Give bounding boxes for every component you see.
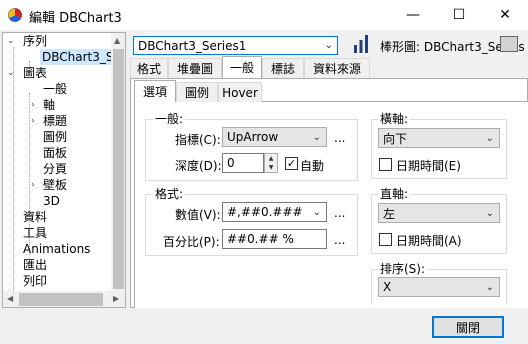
subtab-hover[interactable]: Hover	[218, 82, 262, 102]
tab-label: 標誌	[270, 62, 295, 76]
vertical-axis-title: 直軸:	[378, 187, 411, 201]
tab-marks[interactable]: 標誌	[262, 58, 304, 78]
tree-item-axis[interactable]: 軸	[43, 97, 55, 113]
tree-item-tools[interactable]: 工具	[23, 225, 47, 241]
tree-item-series[interactable]: 序列	[23, 33, 47, 49]
percent-format-more-button[interactable]: ...	[334, 233, 345, 247]
tab-general[interactable]: 一般	[222, 56, 262, 78]
tree-item-walls[interactable]: 壁板	[43, 177, 67, 193]
horizontal-datetime-label: 日期時間(E)	[396, 159, 461, 173]
tab-label: 一般	[229, 61, 254, 75]
tree-expander-icon[interactable]: ›	[31, 113, 35, 129]
value-format-more-button[interactable]: ...	[334, 206, 345, 220]
tab-label: 格式	[136, 62, 161, 76]
format-group-title: 格式:	[153, 187, 186, 201]
sort-title: 排序(S):	[378, 262, 428, 276]
horizontal-axis-value: 向下	[383, 131, 408, 146]
cursor-select-value: UpArrow	[227, 130, 279, 144]
horizontal-datetime-checkbox[interactable]	[379, 158, 392, 171]
vertical-axis-select[interactable]: 左 ⌄	[378, 203, 500, 223]
general-group-title: 一般:	[153, 112, 186, 126]
tree-expander-icon[interactable]: ›	[31, 97, 35, 113]
value-format-label: 數值(V):	[175, 208, 221, 222]
scroll-left-icon[interactable]: ◀	[7, 294, 13, 303]
title-bar: 編輯 DBChart3 — ☐ ✕	[0, 0, 528, 30]
tree-expander-icon[interactable]: ›	[31, 177, 35, 193]
scroll-right-icon[interactable]: ▶	[113, 294, 119, 303]
app-icon	[8, 8, 22, 22]
vertical-axis-value: 左	[383, 206, 396, 221]
tab-label: 堆疊圖	[176, 62, 213, 76]
percent-format-input[interactable]: ##0.## %	[222, 229, 327, 249]
tree-horizontal-scroll-thumb[interactable]	[19, 293, 103, 306]
value-format-value: #,##0.###	[227, 205, 303, 219]
cursor-more-button[interactable]: ...	[334, 131, 345, 145]
horizontal-axis-select[interactable]: 向下 ⌄	[378, 128, 500, 148]
tab-label: Hover	[222, 85, 258, 100]
sort-value: X	[383, 280, 392, 294]
settings-tree[interactable]: ⌄ 序列 DBChart3_Se ⌄ 圖表 一般 › 軸 › 標題 圖例 面板 …	[2, 32, 126, 308]
chevron-down-icon: ⌄	[485, 281, 494, 293]
tree-item-3d[interactable]: 3D	[43, 193, 60, 209]
chevron-down-icon: ⌄	[312, 131, 321, 143]
horizontal-axis-title: 橫軸:	[378, 112, 411, 126]
tree-item-chart[interactable]: 圖表	[23, 65, 47, 81]
tree-guide-line	[13, 47, 14, 307]
series-select-value: DBChart3_Series1	[138, 38, 247, 53]
tab-format[interactable]: 格式	[130, 58, 168, 78]
sort-select[interactable]: X ⌄	[378, 277, 500, 297]
tree-item-paging[interactable]: 分頁	[43, 161, 67, 177]
subtab-legend[interactable]: 圖例	[176, 82, 218, 102]
bar-chart-icon	[354, 35, 368, 53]
window-title: 編輯 DBChart3	[29, 11, 122, 26]
percent-format-label: 百分比(P):	[163, 235, 220, 249]
auto-depth-checkbox[interactable]: ✓	[285, 157, 298, 170]
depth-input[interactable]: 0	[222, 153, 264, 173]
vertical-datetime-checkbox[interactable]	[379, 233, 392, 246]
minimize-icon: —	[406, 7, 420, 23]
tree-item-data[interactable]: 資料	[23, 209, 47, 225]
value-format-combo[interactable]: #,##0.### ⌄	[222, 202, 327, 222]
series-select[interactable]: DBChart3_Series1 ⌄	[133, 36, 338, 55]
tab-label: 圖例	[184, 86, 209, 100]
tree-expander-icon[interactable]: ⌄	[7, 65, 15, 81]
maximize-icon: ☐	[452, 7, 466, 23]
tree-vertical-scroll-thumb[interactable]	[113, 49, 124, 289]
series-color-button[interactable]	[500, 36, 518, 52]
tab-label: 資料來源	[312, 62, 361, 76]
tree-item-animations[interactable]: Animations	[23, 241, 90, 257]
tab-stack[interactable]: 堆疊圖	[168, 58, 222, 78]
tab-label: 選項	[142, 85, 167, 99]
spin-down-icon[interactable]: ▼	[265, 163, 277, 172]
tab-data-source[interactable]: 資料來源	[304, 58, 370, 78]
scroll-up-icon[interactable]: ▲	[114, 36, 120, 45]
chevron-down-icon: ⌄	[312, 206, 321, 218]
depth-label: 深度(D):	[175, 159, 222, 173]
tree-item-panel[interactable]: 面板	[43, 145, 67, 161]
depth-spinner[interactable]: ▲ ▼	[264, 153, 278, 173]
chevron-down-icon: ⌄	[485, 207, 494, 219]
chevron-down-icon: ⌄	[324, 40, 333, 51]
vertical-datetime-label: 日期時間(A)	[396, 234, 462, 248]
cursor-select[interactable]: UpArrow ⌄	[222, 127, 327, 147]
spin-up-icon[interactable]: ▲	[265, 154, 277, 163]
cursor-label: 指標(C):	[175, 133, 221, 147]
maximize-button[interactable]: ☐	[436, 0, 482, 30]
tree-item-titles[interactable]: 標題	[43, 113, 67, 129]
close-button[interactable]: 關閉	[432, 316, 504, 338]
auto-depth-label: 自動	[300, 159, 325, 173]
close-icon: ✕	[499, 7, 511, 23]
close-window-button[interactable]: ✕	[482, 0, 528, 30]
chevron-down-icon: ⌄	[485, 132, 494, 144]
close-button-label: 關閉	[455, 320, 480, 335]
tree-expander-icon[interactable]: ⌄	[7, 33, 15, 49]
tree-item-export[interactable]: 匯出	[23, 257, 47, 273]
tree-item-legend[interactable]: 圖例	[43, 129, 67, 145]
tree-item-print[interactable]: 列印	[23, 273, 47, 289]
subtab-options[interactable]: 選項	[134, 80, 176, 102]
minimize-button[interactable]: —	[390, 0, 436, 30]
tree-item-general[interactable]: 一般	[43, 81, 67, 97]
